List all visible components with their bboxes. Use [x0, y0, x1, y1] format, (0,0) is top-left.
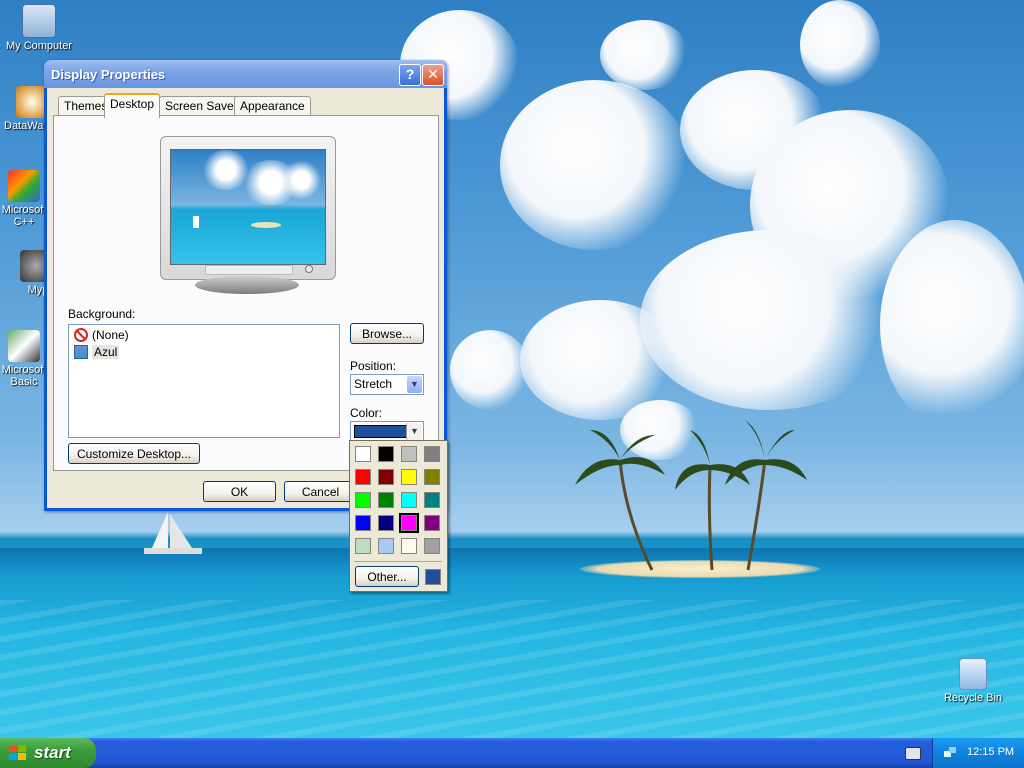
color-label: Color: [350, 406, 383, 420]
monitor-preview [160, 136, 336, 280]
microsoft-cpp-icon [8, 170, 40, 202]
color-swatch[interactable] [424, 469, 440, 485]
current-color-swatch [354, 425, 412, 438]
color-swatch[interactable] [355, 492, 371, 508]
window-title: Display Properties [51, 67, 166, 82]
power-led-icon [305, 265, 313, 273]
taskbar: start 12:15 PM [0, 738, 1024, 768]
background-label: Background: [68, 307, 136, 321]
recycle-bin-icon [959, 658, 987, 690]
cloud [500, 80, 690, 250]
color-swatch[interactable] [378, 492, 394, 508]
tab-screen-saver[interactable]: Screen Saver [159, 96, 244, 116]
color-swatch[interactable] [399, 513, 419, 533]
color-swatch[interactable] [355, 538, 371, 554]
start-button[interactable]: start [0, 738, 96, 768]
close-button[interactable]: ✕ [422, 64, 444, 86]
color-swatch[interactable] [424, 538, 440, 554]
browse-button[interactable]: Browse... [350, 323, 424, 344]
customize-desktop-button[interactable]: Customize Desktop... [68, 443, 200, 464]
background-listbox[interactable]: (None) Azul [68, 324, 340, 438]
monitor-slot [205, 265, 293, 275]
color-swatch[interactable] [401, 446, 417, 462]
color-swatch[interactable] [424, 492, 440, 508]
desktop-tab-panel: Background: (None) Azul Browse... Positi… [53, 115, 439, 471]
cloud [450, 330, 530, 410]
color-swatch[interactable] [378, 469, 394, 485]
color-picker-button[interactable]: ▼ [350, 421, 424, 442]
custom-color-swatch[interactable] [425, 569, 441, 585]
color-swatch[interactable] [355, 446, 371, 462]
desktop-icon-recycle-bin[interactable]: Recycle Bin [938, 658, 1008, 704]
wallpaper-preview [170, 149, 326, 265]
position-select[interactable]: Stretch ▼ [350, 374, 424, 395]
color-swatch[interactable] [401, 492, 417, 508]
tab-appearance[interactable]: Appearance [234, 96, 311, 116]
network-icon[interactable] [943, 745, 957, 759]
help-icon: ? [405, 66, 415, 82]
cloud [880, 220, 1024, 430]
tab-desktop[interactable]: Desktop [104, 93, 161, 118]
my-computer-icon [22, 4, 56, 38]
close-icon: ✕ [427, 66, 439, 82]
color-swatch[interactable] [355, 515, 371, 531]
help-button[interactable]: ? [399, 64, 421, 86]
color-palette-popup: Other... [349, 440, 448, 592]
ok-button[interactable]: OK [203, 481, 276, 502]
desktop-icon-my-computer[interactable]: My Computer [4, 4, 74, 52]
cloud [800, 0, 880, 90]
sailboat-graphic [144, 512, 202, 554]
list-item-none[interactable]: (None) [74, 327, 129, 343]
cancel-button[interactable]: Cancel [284, 481, 357, 502]
other-color-button[interactable]: Other... [355, 566, 419, 587]
color-swatch[interactable] [378, 446, 394, 462]
color-swatch[interactable] [378, 515, 394, 531]
title-bar[interactable]: Display Properties ? ✕ [44, 60, 447, 88]
microsoft-basic-icon [8, 330, 40, 362]
palette-divider [354, 561, 442, 562]
monitor-stand [195, 276, 299, 294]
system-tray: 12:15 PM [932, 738, 1024, 768]
clock[interactable]: 12:15 PM [967, 746, 1014, 758]
color-swatch[interactable] [424, 515, 440, 531]
cloud [600, 20, 690, 90]
color-swatch[interactable] [424, 446, 440, 462]
color-swatch[interactable] [401, 469, 417, 485]
windows-logo-icon [9, 745, 27, 761]
color-swatch[interactable] [378, 538, 394, 554]
keyboard-icon[interactable] [905, 747, 921, 760]
cloud [640, 230, 900, 410]
color-swatch[interactable] [355, 469, 371, 485]
position-label: Position: [350, 359, 397, 373]
palm-trees-graphic [575, 420, 807, 571]
color-swatch[interactable] [401, 538, 417, 554]
chevron-down-icon[interactable]: ▼ [407, 376, 422, 393]
image-file-icon [74, 345, 88, 359]
sea-reflections [0, 600, 1024, 738]
no-entry-icon [74, 328, 88, 342]
list-item-azul[interactable]: Azul [74, 344, 120, 360]
chevron-down-icon[interactable]: ▼ [406, 423, 422, 440]
